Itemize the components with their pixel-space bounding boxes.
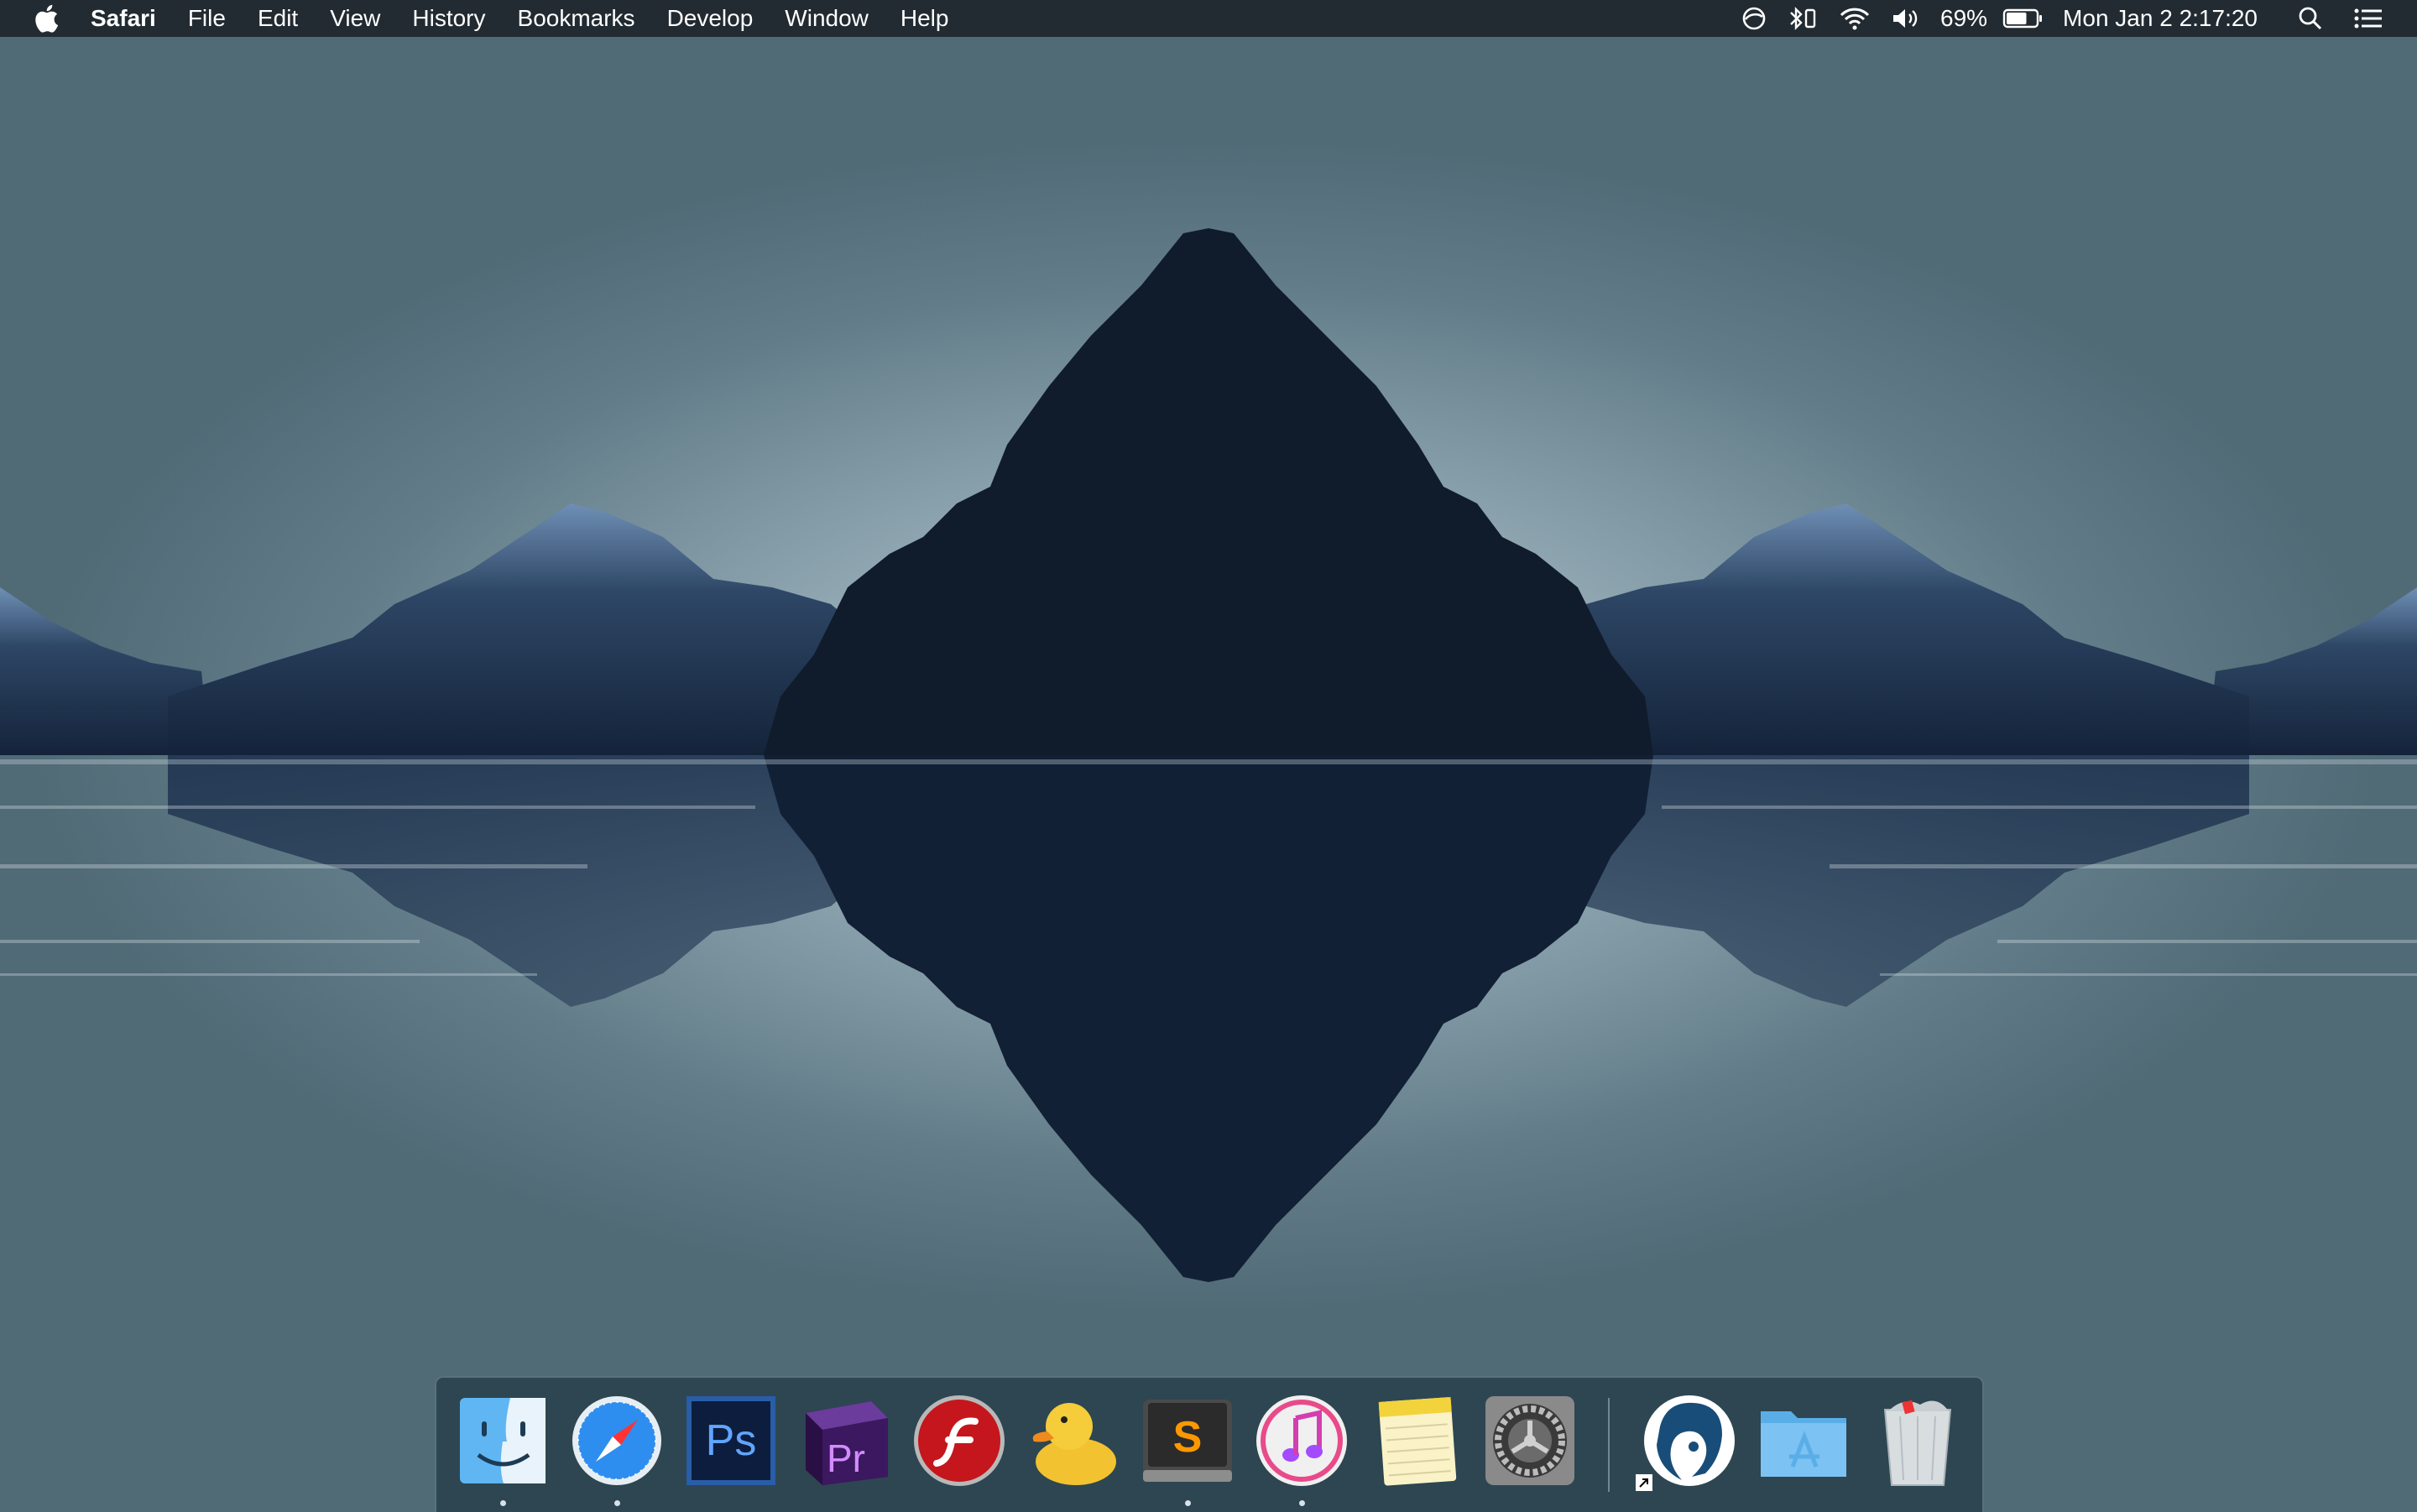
menu-history[interactable]: History bbox=[412, 0, 485, 37]
alias-arrow-icon bbox=[1636, 1474, 1652, 1491]
dock: Ps Pr S bbox=[435, 1376, 1984, 1512]
menu-app-name[interactable]: Safari bbox=[91, 0, 156, 37]
applications-folder-icon bbox=[1761, 1411, 1846, 1477]
notification-center-icon[interactable] bbox=[2353, 7, 2383, 30]
dock-profile-shortcut[interactable] bbox=[1636, 1393, 1737, 1491]
menu-bar: Safari File Edit View History Bookmarks … bbox=[0, 0, 2417, 37]
dock-applications-folder[interactable] bbox=[1756, 1393, 1851, 1489]
sync-icon[interactable] bbox=[1741, 5, 1767, 32]
menu-help[interactable]: Help bbox=[901, 0, 949, 37]
safari-icon bbox=[572, 1396, 661, 1485]
finder-icon bbox=[460, 1398, 546, 1483]
sublime-label: S bbox=[1173, 1413, 1203, 1462]
menu-window[interactable]: Window bbox=[785, 0, 869, 37]
premiere-label: Pr bbox=[827, 1436, 865, 1480]
desktop-wallpaper bbox=[0, 228, 2417, 1282]
wifi-icon[interactable] bbox=[1838, 5, 1871, 32]
battery-percentage[interactable]: 69% bbox=[1940, 5, 1987, 32]
cyberduck-icon bbox=[1032, 1403, 1116, 1485]
dock-running-indicator bbox=[1299, 1500, 1305, 1506]
dock-system-preferences[interactable] bbox=[1482, 1393, 1578, 1489]
flash-icon bbox=[914, 1395, 1005, 1486]
system-preferences-icon bbox=[1485, 1396, 1574, 1485]
spotlight-search-icon[interactable] bbox=[2298, 6, 2323, 31]
sublime-text-icon: S bbox=[1143, 1400, 1232, 1482]
notes-icon bbox=[1378, 1396, 1457, 1486]
menu-develop[interactable]: Develop bbox=[667, 0, 754, 37]
dock-flash-player[interactable] bbox=[911, 1393, 1007, 1489]
bluetooth-icon[interactable] bbox=[1786, 5, 1819, 32]
dock-notes[interactable] bbox=[1368, 1393, 1464, 1489]
dock-safari[interactable] bbox=[569, 1393, 665, 1489]
apple-menu-icon[interactable] bbox=[34, 4, 59, 33]
menu-bar-status-area: 69% Mon Jan 2 2:17:20 bbox=[1741, 0, 2417, 37]
menu-bar-left: Safari File Edit View History Bookmarks … bbox=[0, 0, 980, 37]
battery-fill bbox=[2007, 13, 2027, 24]
dock-running-indicator bbox=[614, 1500, 620, 1506]
central-peak bbox=[764, 228, 1653, 755]
dock-sublime-text[interactable]: S bbox=[1140, 1393, 1235, 1489]
volume-icon[interactable] bbox=[1890, 5, 1922, 32]
dock-trash[interactable] bbox=[1870, 1393, 1965, 1489]
photoshop-label: Ps bbox=[706, 1416, 757, 1465]
menu-edit[interactable]: Edit bbox=[258, 0, 298, 37]
dock-finder[interactable] bbox=[455, 1393, 551, 1489]
photoshop-icon: Ps bbox=[686, 1396, 775, 1485]
dock-running-indicator bbox=[1185, 1500, 1191, 1506]
premiere-icon: Pr bbox=[806, 1401, 888, 1485]
profile-avatar-icon bbox=[1644, 1395, 1735, 1486]
menu-bookmarks[interactable]: Bookmarks bbox=[518, 0, 635, 37]
central-peak-reflection bbox=[764, 755, 1653, 1282]
menu-view[interactable]: View bbox=[330, 0, 380, 37]
dock-cyberduck[interactable] bbox=[1026, 1393, 1121, 1489]
dock-itunes[interactable] bbox=[1254, 1393, 1349, 1489]
dock-running-indicator bbox=[500, 1500, 506, 1506]
menu-file[interactable]: File bbox=[188, 0, 226, 37]
battery-icon[interactable] bbox=[2002, 7, 2043, 30]
menu-bar-clock[interactable]: Mon Jan 2 2:17:20 bbox=[2063, 5, 2258, 32]
trash-icon bbox=[1883, 1400, 1952, 1486]
dock-photoshop[interactable]: Ps bbox=[683, 1393, 779, 1489]
dock-premiere[interactable]: Pr bbox=[797, 1393, 893, 1489]
itunes-icon bbox=[1256, 1395, 1347, 1486]
dock-separator bbox=[1608, 1398, 1610, 1492]
